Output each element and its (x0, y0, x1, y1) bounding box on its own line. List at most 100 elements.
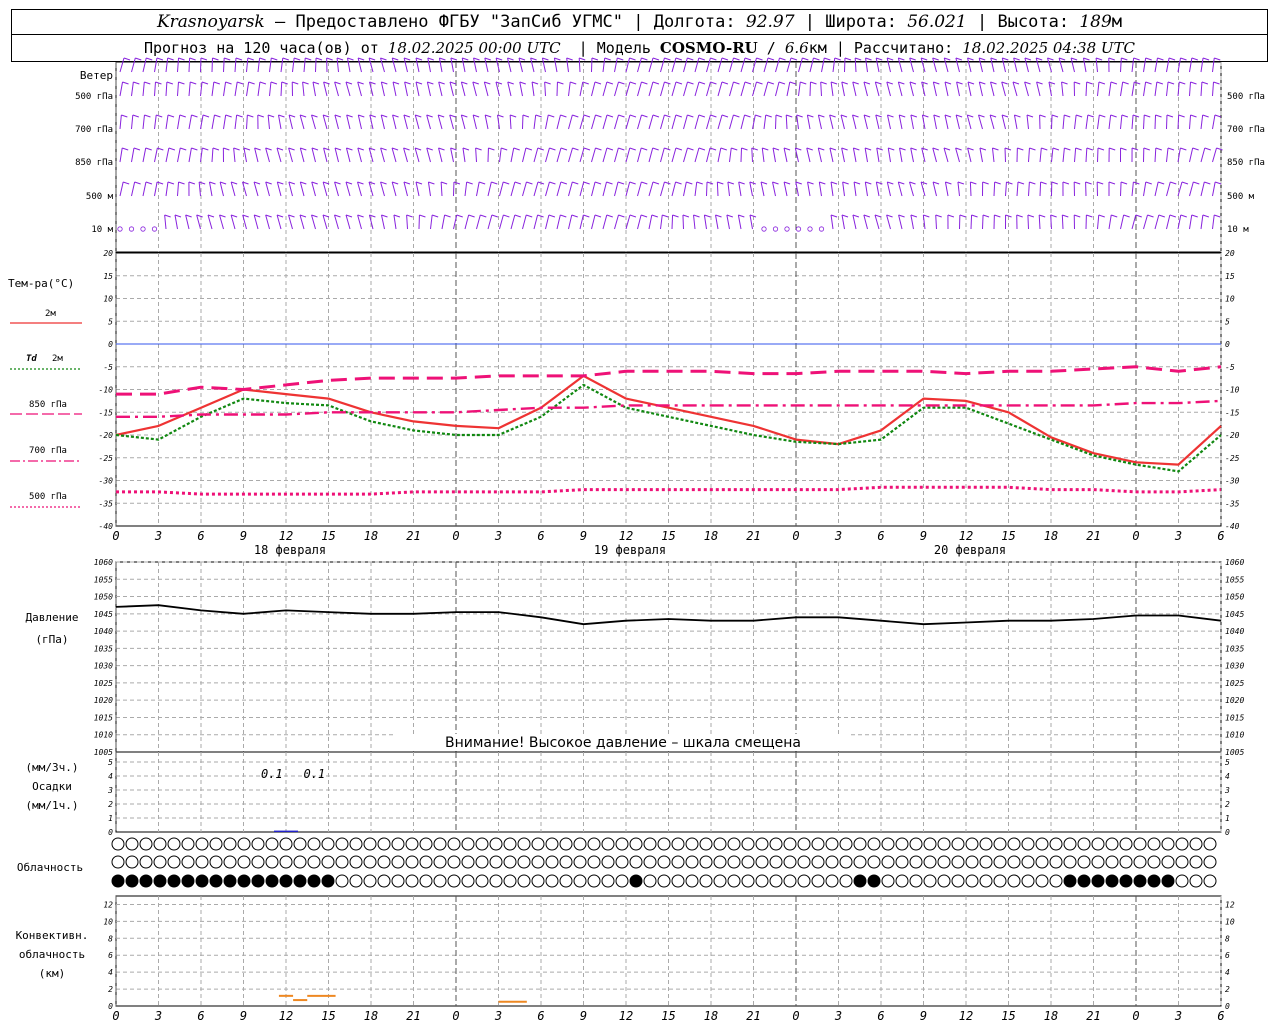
y-tick-label-left: 1020 (94, 696, 113, 705)
wind-barb-flag (696, 181, 703, 185)
cloud-symbol (223, 855, 237, 869)
cloud-symbol (867, 874, 881, 888)
wind-barb-flag (243, 147, 251, 151)
wind-barb-flag (594, 214, 602, 218)
precip-unit-1h: (мм/1ч.) (26, 799, 79, 812)
wind-barb-flag (278, 114, 285, 118)
wind-barb (625, 57, 631, 73)
wind-barb-flag (123, 181, 130, 185)
wind-barb (568, 81, 571, 97)
wind-barb (1212, 214, 1215, 230)
y-tick-label-left: 10 (103, 917, 113, 926)
wind-barb (188, 81, 191, 97)
y-tick-label-left: -10 (99, 386, 114, 395)
wind-barb (154, 81, 156, 97)
cloud-symbol (643, 874, 657, 888)
x-tick-label: 3 (1174, 529, 1182, 543)
x-tick-label: 3 (154, 529, 162, 543)
x-tick-label-bottom: 0 (1132, 1009, 1139, 1023)
cloud-symbol (265, 855, 279, 869)
wind-barb (648, 114, 654, 130)
cloud-symbol (1091, 855, 1105, 869)
wind-barb (223, 81, 227, 97)
wind-barb-flag (134, 181, 141, 185)
wind-barb (414, 147, 420, 163)
cloud-symbol (1175, 874, 1189, 888)
wind-barb-flag (554, 57, 561, 61)
wind-barb-flag (910, 114, 918, 118)
wind-barb (334, 214, 339, 230)
wind-barb (1013, 114, 1018, 130)
wind-barb (717, 81, 723, 97)
wind-barb (1143, 181, 1147, 197)
wind-barb-flag (270, 81, 278, 85)
calm-wind-symbol (117, 226, 123, 232)
wind-barb (315, 57, 317, 73)
cloud-symbol (433, 855, 447, 869)
wind-barb-flag (1097, 147, 1105, 151)
calm-wind-symbol (151, 226, 158, 232)
wind-barb-flag (841, 147, 848, 151)
wind-barb (483, 81, 489, 97)
cloud-symbol (895, 837, 909, 851)
wind-barb (1189, 114, 1192, 130)
wind-barb-flag (267, 114, 275, 118)
cloud-symbol (769, 874, 783, 888)
x-tick-label: 3 (494, 529, 502, 543)
wind-barb (1108, 214, 1112, 230)
wind-barb (909, 181, 914, 197)
x-tick-label-bottom: 9 (580, 1009, 587, 1023)
wind-barb-flag (651, 214, 658, 218)
cloud-symbol (237, 837, 251, 851)
wind-barb (602, 147, 608, 163)
cloud-symbol (979, 855, 993, 869)
wind-barb (1058, 57, 1064, 73)
wind-barb (625, 214, 631, 230)
wind-barb-flag (775, 114, 783, 118)
wind-barb (751, 147, 753, 163)
wind-barb (1036, 81, 1041, 97)
y-tick-label-left: 1025 (94, 679, 113, 688)
wind-barb-flag (721, 57, 729, 61)
wind-barb-flag (259, 57, 266, 61)
wind-barb-flag (595, 147, 602, 151)
wind-barb (292, 57, 295, 73)
wind-barb (357, 214, 362, 230)
wind-barb (614, 147, 619, 163)
wind-barb (450, 147, 454, 163)
wind-barb (1166, 147, 1169, 163)
cloud-symbol (139, 855, 153, 869)
wind-barb (829, 114, 834, 130)
wind-barb (694, 114, 700, 130)
cloud-symbol (545, 837, 559, 851)
wind-barb-flag (756, 81, 763, 85)
wind-barb (578, 57, 581, 73)
wind-barb-flag (453, 181, 461, 185)
wind-barb (276, 214, 282, 230)
wind-barb-flag (820, 81, 827, 85)
wind-barb (246, 57, 249, 73)
wind-barb (1131, 81, 1135, 97)
wind-barb (1177, 114, 1180, 130)
cloud-symbol (503, 874, 517, 888)
cloud-symbol (1007, 874, 1021, 888)
wind-barb-flag (899, 147, 906, 151)
wind-barb-flag (800, 81, 807, 85)
wind-barb (334, 114, 339, 130)
y-tick-label-right: -35 (1225, 499, 1240, 508)
wind-barb-flag (853, 181, 861, 185)
wind-barb (671, 114, 677, 130)
wind-barb (852, 147, 857, 163)
wind-barb (357, 147, 362, 163)
wind-barb-flag (830, 181, 838, 185)
wind-barb (1108, 114, 1112, 130)
cloud-symbol (349, 855, 363, 869)
wind-barb (177, 57, 180, 73)
wind-barb-flag (629, 57, 636, 61)
wind-barb (1062, 114, 1065, 130)
wind-barb-flag (271, 57, 278, 61)
wind-barb (323, 147, 328, 163)
wind-barb-flag (1135, 214, 1142, 218)
x-tick-label: 9 (240, 529, 247, 543)
wind-barb-flag (629, 147, 636, 151)
